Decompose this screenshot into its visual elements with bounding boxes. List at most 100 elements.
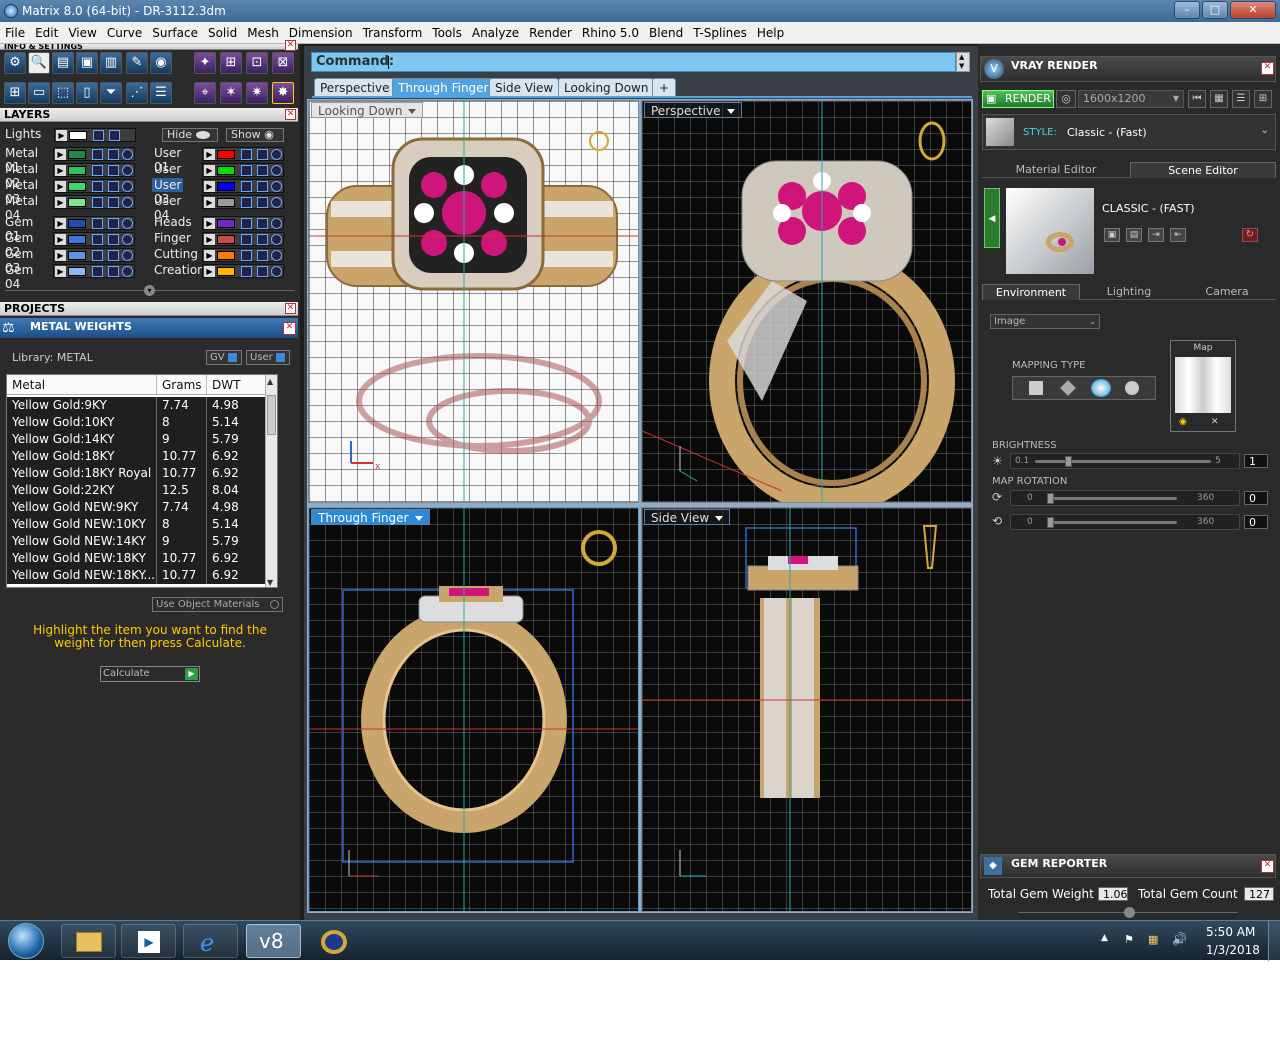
layer-visibility-icon[interactable] [257,181,268,192]
taskbar-matrix[interactable]: v8 [246,924,301,958]
viewport-looking-down[interactable]: x Looking Down [308,100,639,503]
cmd-up-icon[interactable]: ▲ [959,53,964,61]
layer-color-swatch[interactable] [217,166,235,175]
tray-volume-icon[interactable]: 🔊 [1172,932,1187,946]
panel-icon[interactable]: ▯ [76,82,98,104]
layer-name[interactable]: Finger [152,231,193,245]
layer-visibility-icon[interactable] [108,234,119,245]
viewport-side-view[interactable]: Side View [641,507,972,912]
close-button[interactable]: ✕ [1230,1,1276,19]
table-row[interactable]: Yellow Gold NEW:14KY 9 5.79 [7,533,277,550]
resolution-select[interactable]: 1600x1200 ▼ [1078,90,1184,108]
hide-all-button[interactable]: Hide [162,128,218,142]
tab-side-view[interactable]: Side View [489,78,560,96]
info-close-icon[interactable]: ✕ [285,40,296,51]
layer-expand-icon[interactable]: ▶ [204,165,215,176]
layer-name[interactable]: Metal 03 [3,178,40,206]
table-row[interactable]: Yellow Gold:10KY 8 5.14 [7,414,277,431]
table-row[interactable]: Yellow Gold NEW:9KY 7.74 4.98 [7,499,277,516]
layer-lock-icon[interactable] [92,181,103,192]
ortho-icon[interactable]: ⊡ [246,52,268,74]
document-icon[interactable]: ▥ [100,52,122,74]
layer-color-swatch[interactable] [68,235,86,244]
save-as-icon[interactable]: ▤ [1126,228,1142,242]
layer-lock-icon[interactable] [241,234,252,245]
layer-expand-icon[interactable]: ▶ [204,197,215,208]
layer-name[interactable]: Gem 02 [3,231,35,259]
table-row[interactable]: Yellow Gold:18KY 10.77 6.92 [7,448,277,465]
rot2-knob[interactable] [1047,517,1054,528]
layer-expand-icon[interactable]: ▶ [55,250,66,261]
list-view-icon[interactable]: ☰ [1232,90,1250,108]
layer-lock-icon[interactable] [92,165,103,176]
table-row[interactable]: Yellow Gold NEW:18KY... 10.77 6.92 [7,567,277,584]
layer-color-swatch[interactable] [68,198,86,207]
layer-expand-icon[interactable]: ▶ [55,165,66,176]
layer-expand-icon[interactable]: ▶ [204,250,215,261]
layer-lock-icon[interactable] [92,266,103,277]
table-row[interactable]: Yellow Gold:18KY Royal 10.77 6.92 [7,465,277,482]
gem-reporter-close-icon[interactable]: ✕ [1261,860,1274,873]
layer-expand-icon[interactable]: ▶ [55,234,66,245]
layer-visibility-icon[interactable] [108,165,119,176]
tray-network-icon[interactable]: ▦ [1148,933,1158,946]
settings-gear-icon[interactable]: ⚙ [4,52,26,74]
layer-visibility-icon[interactable] [257,266,268,277]
tab-through-finger[interactable]: Through Finger [392,78,495,96]
layer-expand-icon[interactable]: ▶ [204,149,215,160]
minimize-button[interactable]: – [1174,1,1200,19]
layer-lock-icon[interactable] [92,149,103,160]
lights-row[interactable]: ▶ [54,128,136,142]
select-points-icon[interactable]: ⋰ [126,82,148,104]
menu-curve[interactable]: Curve [102,22,147,44]
viewport-label-looking-down[interactable]: Looking Down [311,102,424,118]
layer-name[interactable]: Gem 03 [3,247,35,275]
menu-surface[interactable]: Surface [147,22,203,44]
maximize-button[interactable]: □ [1202,1,1228,19]
search-icon[interactable]: 🔍 [28,52,50,74]
layers-stack-icon[interactable]: ▤ [52,52,74,74]
layer-expand-icon[interactable]: ▶ [204,181,215,192]
rotation-slider-1[interactable]: 0 360 [1010,490,1240,506]
layer-visibility-icon[interactable] [108,181,119,192]
layer-visibility-icon[interactable] [108,266,119,277]
taskbar-explorer[interactable] [61,924,116,958]
add-tab-button[interactable]: + [652,78,676,96]
layer-current-icon[interactable] [122,218,133,229]
layer-name[interactable]: User 03 [152,178,184,206]
cylinder-icon[interactable]: ◉ [150,52,172,74]
reset-icon[interactable]: ↻ [1242,228,1258,242]
layer-name[interactable]: User 02 [152,162,183,190]
layer-visibility-icon[interactable] [108,250,119,261]
camera-icon[interactable]: ◎ [1056,90,1076,108]
table-row[interactable]: Yellow Gold:22KY 12.5 8.04 [7,482,277,499]
brightness-slider[interactable]: 0.1 5 [1010,453,1240,469]
tab-material-editor[interactable]: Material Editor [982,162,1130,178]
layer-current-icon[interactable] [122,181,133,192]
map-clear-icon[interactable]: ✕ [1211,417,1219,427]
box-view-icon[interactable]: ⬚ [52,82,74,104]
gem-reporter-handle-icon[interactable] [1124,907,1135,918]
col-metal[interactable]: Metal [7,375,157,395]
layer-name[interactable]: User 01 [152,146,183,174]
menu-tools[interactable]: Tools [427,22,467,44]
tray-expand-icon[interactable]: ▲ [1101,933,1108,943]
style-selector[interactable]: STYLE: Classic - (Fast) ⌄ [982,114,1276,150]
command-history-scroll[interactable]: ▲ ▼ [956,52,970,72]
taskbar-media-player[interactable]: ▶ [121,924,176,958]
start-button[interactable] [8,923,44,959]
layer-name[interactable]: Metal 04 [3,194,40,222]
layer-lock-icon[interactable] [241,181,252,192]
layer-expand-icon[interactable]: ▶ [55,149,66,160]
rot1-value[interactable]: 0 [1244,491,1268,505]
tab-camera[interactable]: Camera [1178,284,1276,300]
col-grams[interactable]: Grams [157,375,207,395]
layer-visibility-icon[interactable] [108,197,119,208]
osnap-end-icon[interactable]: ✶ [220,82,242,104]
layer-expand-icon[interactable]: ▶ [55,218,66,229]
planar-icon[interactable]: ⊠ [272,52,294,74]
command-bar[interactable]: Command: [311,52,956,72]
calculate-button[interactable]: Calculate ▶ [100,666,200,682]
layer-current-icon[interactable] [122,250,133,261]
menu-view[interactable]: View [63,22,101,44]
